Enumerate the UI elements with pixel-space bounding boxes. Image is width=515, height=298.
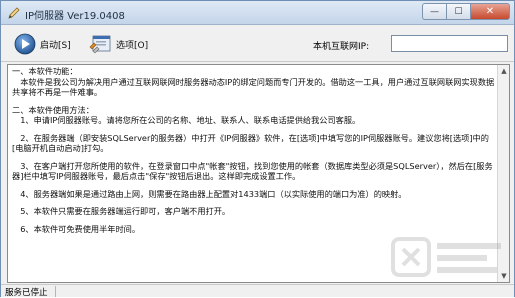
options-button[interactable]: 选项[O] (85, 31, 151, 57)
start-button[interactable]: 启动[S] (11, 31, 74, 57)
maximize-icon: ☐ (454, 6, 463, 17)
minimize-button[interactable]: — (422, 3, 446, 20)
info-paragraph: 一、本软件功能： (12, 66, 78, 76)
title-bar[interactable]: IP伺服器 Ver19.0408 — ☐ ✕ (1, 1, 514, 25)
info-paragraph: 1、申请IP伺服器账号。请将您所在公司的名称、地址、联系人、联系电话提供给我公司… (12, 115, 361, 125)
info-paragraph: 二、本软件使用方法： (12, 104, 94, 115)
pen-icon (8, 7, 20, 19)
scroll-up-icon[interactable]: ▲ (498, 65, 509, 77)
status-text: 服务已停止 (5, 288, 48, 298)
ip-input[interactable] (391, 35, 508, 52)
info-paragraph: 4、服务器端如果是通过路由上网，则需要在路由器上配置对1433端口（以实际使用的… (12, 188, 407, 199)
window-controls: — ☐ ✕ (422, 3, 510, 21)
watermark-logo (391, 237, 501, 277)
maximize-button[interactable]: ☐ (446, 3, 470, 20)
close-icon: ✕ (485, 6, 495, 17)
info-paragraph: 本软件是我公司为解决用户通过互联网联网时服务器动态IP的绑定问题而专门开发的。借… (12, 76, 495, 98)
main-window: IP伺服器 Ver19.0408 — ☐ ✕ 启动[S] 选项[O] 本机互联网… (0, 0, 515, 298)
info-paragraph: 5、本软件只需要在服务器端运行即可，客户端不用打开。 (12, 206, 231, 216)
close-button[interactable]: ✕ (470, 3, 510, 20)
info-paragraph: 2、在服务器端（即安装SQLServer的服务器）中打开《IP伺服器》软件，在[… (12, 132, 489, 154)
status-divider (55, 286, 56, 297)
play-icon (14, 33, 36, 55)
status-bar: 服务已停止 (1, 284, 514, 298)
window-title: IP伺服器 Ver19.0408 (25, 11, 125, 22)
start-button-label: 启动[S] (40, 40, 71, 51)
options-button-label: 选项[O] (116, 40, 149, 51)
minimize-icon: — (430, 6, 439, 17)
settings-window-icon (89, 35, 111, 54)
info-paragraph: 3、在客户端打开您所使用的软件，在登录窗口中点"帐套"按钮，找到您使用的帐套（数… (12, 160, 493, 182)
toolbar: 启动[S] 选项[O] 本机互联网IP: (1, 26, 514, 62)
ip-label: 本机互联网IP: (313, 42, 370, 52)
